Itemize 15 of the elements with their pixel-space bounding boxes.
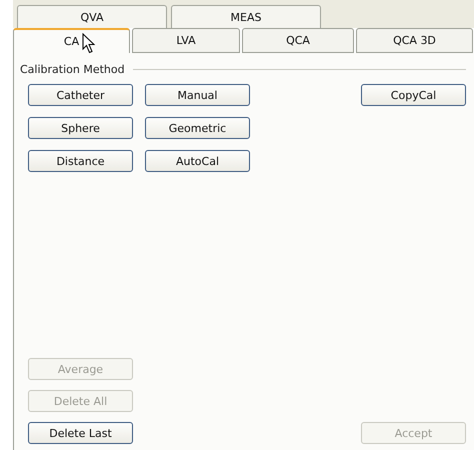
action-button[interactable]: Delete Last <box>28 422 133 444</box>
method-button[interactable]: Geometric <box>145 117 250 139</box>
tab[interactable]: QCA <box>242 28 354 53</box>
tab[interactable]: CA <box>13 28 130 53</box>
tab[interactable]: MEAS <box>171 5 321 28</box>
tab[interactable]: QVA <box>17 5 167 28</box>
method-button[interactable]: Catheter <box>28 84 133 106</box>
method-button[interactable]: AutoCal <box>145 150 250 172</box>
group-title: Calibration Method <box>20 63 125 76</box>
tab[interactable]: QCA 3D <box>356 28 473 53</box>
method-button[interactable]: Manual <box>145 84 250 106</box>
method-button[interactable]: Distance <box>28 150 133 172</box>
method-button[interactable]: CopyCal <box>361 84 466 106</box>
tab[interactable]: LVA <box>132 28 240 53</box>
method-button[interactable]: Sphere <box>28 117 133 139</box>
